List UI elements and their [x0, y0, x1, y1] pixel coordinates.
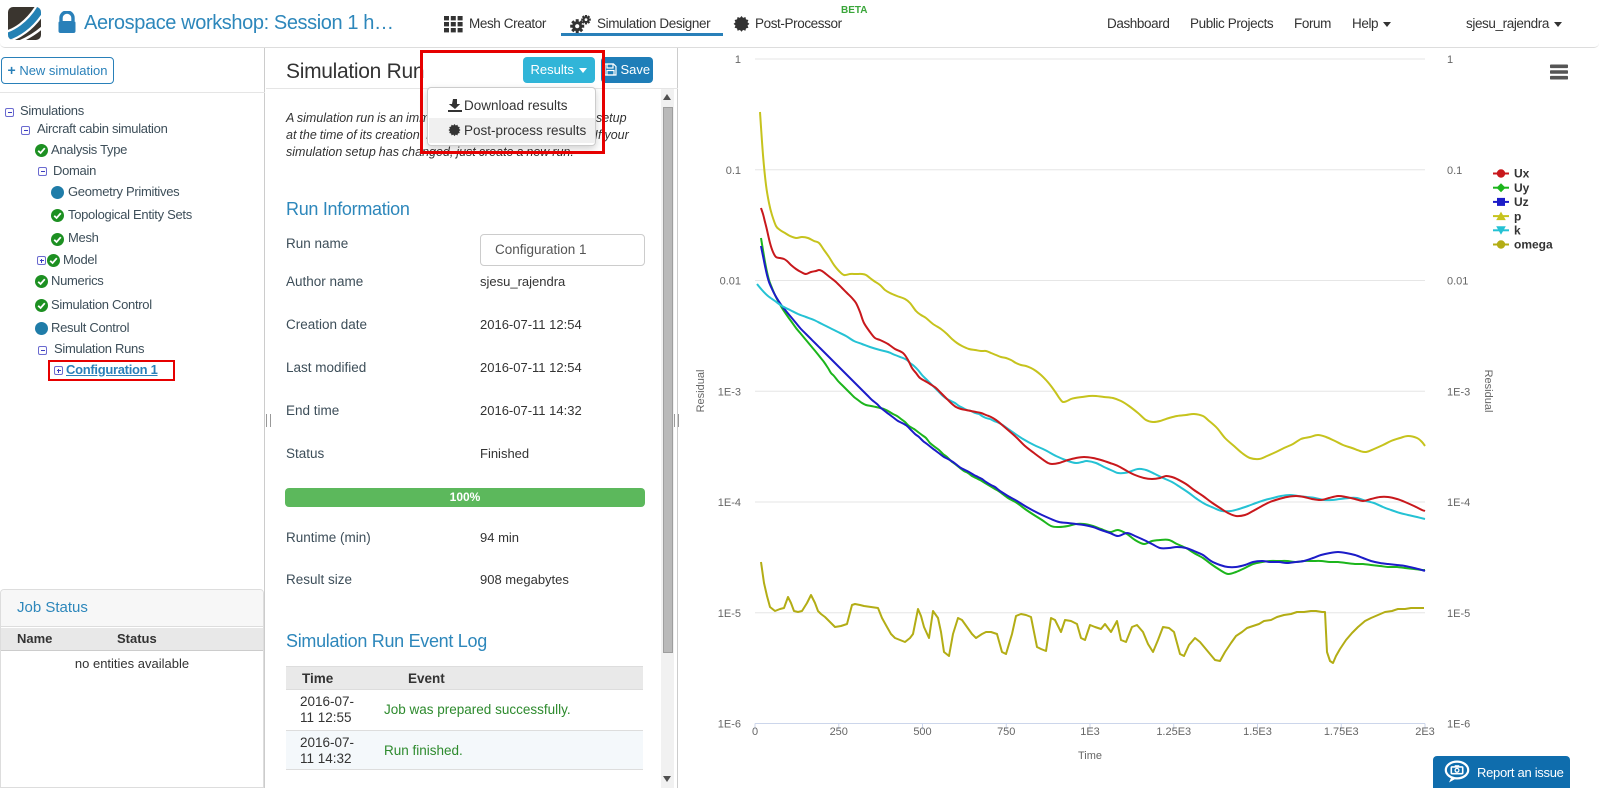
- svg-text:Ux: Ux: [1514, 167, 1530, 181]
- svg-text:1E-5: 1E-5: [1447, 608, 1470, 620]
- svg-text:Time: Time: [1078, 750, 1102, 762]
- svg-text:1: 1: [735, 54, 741, 66]
- svg-text:1E-3: 1E-3: [718, 386, 741, 398]
- svg-text:0.1: 0.1: [726, 165, 741, 177]
- svg-text:0.01: 0.01: [1447, 276, 1468, 288]
- svg-text:0.1: 0.1: [1447, 165, 1462, 177]
- svg-text:1E-4: 1E-4: [718, 497, 741, 509]
- svg-text:1E-3: 1E-3: [1447, 386, 1470, 398]
- svg-text:p: p: [1514, 209, 1521, 223]
- svg-text:1E3: 1E3: [1080, 726, 1100, 738]
- svg-text:500: 500: [913, 726, 931, 738]
- svg-text:Uy: Uy: [1514, 181, 1530, 195]
- svg-text:750: 750: [997, 726, 1015, 738]
- svg-text:0.01: 0.01: [720, 276, 741, 288]
- svg-text:1E-5: 1E-5: [718, 608, 741, 620]
- svg-text:Uz: Uz: [1514, 195, 1529, 209]
- svg-text:Residual: Residual: [695, 370, 707, 413]
- svg-text:1.25E3: 1.25E3: [1156, 726, 1191, 738]
- svg-text:1E-6: 1E-6: [1447, 719, 1470, 731]
- svg-text:2E3: 2E3: [1415, 726, 1435, 738]
- svg-text:0: 0: [752, 726, 758, 738]
- svg-text:1E-6: 1E-6: [718, 719, 741, 731]
- svg-text:250: 250: [830, 726, 848, 738]
- svg-text:omega: omega: [1514, 238, 1553, 252]
- svg-text:Residual: Residual: [1482, 370, 1494, 413]
- svg-text:k: k: [1514, 224, 1521, 238]
- svg-text:1: 1: [1447, 54, 1453, 66]
- svg-text:1.75E3: 1.75E3: [1324, 726, 1359, 738]
- svg-text:1E-4: 1E-4: [1447, 497, 1470, 509]
- svg-text:1.5E3: 1.5E3: [1243, 726, 1272, 738]
